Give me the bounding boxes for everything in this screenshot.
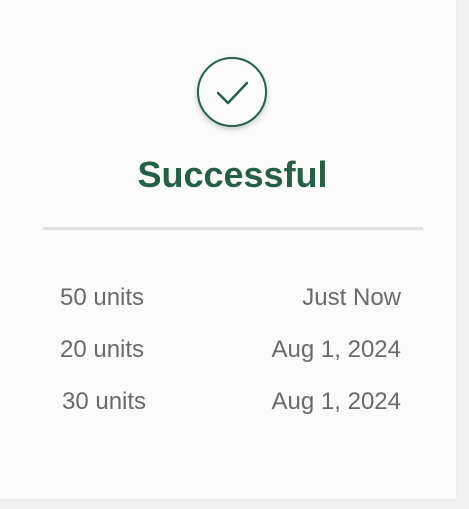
check-icon <box>216 81 249 105</box>
item-amount: 20 units <box>60 336 145 363</box>
item-amount: 50 units <box>60 284 145 311</box>
item-time: Aug 1, 2024 <box>271 388 401 415</box>
success-card: Successful 50 units Just Now 20 units Au… <box>0 0 457 500</box>
success-badge <box>197 57 267 127</box>
list-item: 30 units Aug 1, 2024 <box>58 383 401 435</box>
transaction-list: 50 units Just Now 20 units Aug 1, 2024 3… <box>58 279 401 435</box>
list-item: 20 units Aug 1, 2024 <box>58 331 401 383</box>
divider <box>43 227 423 230</box>
status-title: Successful <box>137 154 328 195</box>
item-amount: 30 units <box>62 388 147 415</box>
item-time: Aug 1, 2024 <box>271 336 401 363</box>
list-item: 50 units Just Now <box>58 279 401 331</box>
item-time: Just Now <box>302 284 401 311</box>
